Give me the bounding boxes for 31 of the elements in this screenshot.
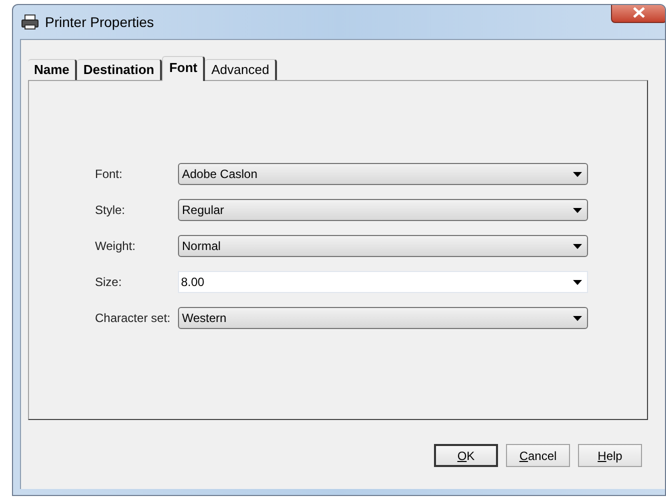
field-label: Character set: — [95, 310, 172, 327]
caret-icon — [573, 208, 582, 212]
field-label: Font: — [95, 166, 124, 183]
tab[interactable]: Advanced — [205, 59, 278, 80]
dropdown[interactable]: Normal — [178, 235, 588, 257]
field-value: Adobe Caslon — [182, 166, 258, 183]
caret-icon — [573, 244, 582, 248]
dialog-button[interactable]: Cancel — [506, 444, 570, 467]
close-button[interactable] — [611, 5, 665, 23]
printer-icon — [21, 14, 39, 30]
field-value: 8.00 — [181, 274, 206, 291]
close-icon — [633, 6, 645, 18]
field-label: Weight: — [95, 238, 136, 255]
field-value: Western — [182, 310, 228, 327]
dropdown[interactable]: Adobe Caslon — [178, 163, 588, 185]
caret-icon — [573, 172, 582, 176]
field-label: Size: — [95, 274, 123, 291]
dialog-button[interactable]: Help — [578, 444, 642, 467]
dialog-button[interactable]: OK — [434, 444, 498, 467]
tab[interactable]: Name — [28, 59, 78, 80]
combo-box[interactable]: 8.00 — [178, 271, 588, 293]
caret-icon — [573, 316, 582, 320]
field-value: Regular — [182, 202, 226, 219]
tab[interactable]: Destination — [77, 59, 162, 80]
field-label: Style: — [95, 202, 126, 219]
field-value: Normal — [182, 238, 222, 255]
dropdown[interactable]: Regular — [178, 199, 588, 221]
dropdown[interactable]: Western — [178, 307, 588, 329]
window-title: Printer Properties — [45, 12, 154, 32]
caret-icon — [573, 280, 582, 284]
tab[interactable]: Font — [162, 56, 206, 81]
